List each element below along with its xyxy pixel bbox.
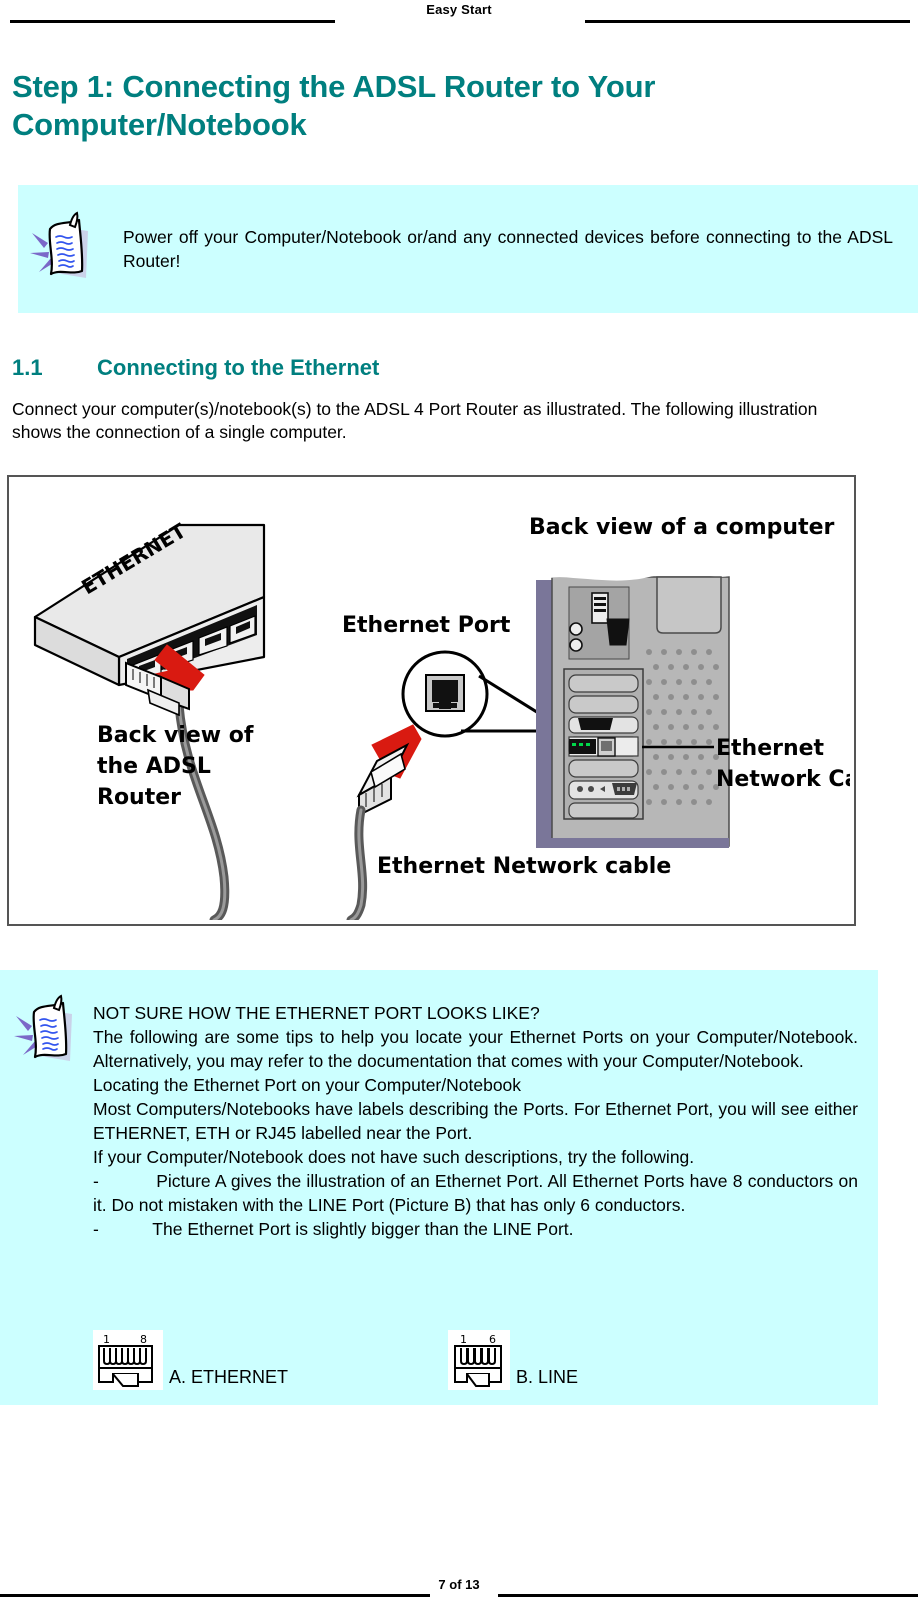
computer-case-graphic xyxy=(536,569,730,848)
ethernet-plug-figure: 1 8 A. ETHERNET xyxy=(93,1330,288,1390)
note-memo-icon xyxy=(14,992,78,1066)
page-footer: 7 of 13 xyxy=(0,1561,918,1601)
page-title: Step 1: Connecting the ADSL Router to Yo… xyxy=(12,69,656,143)
router-caption-line3: Router xyxy=(97,785,181,810)
note-line-2: Locating the Ethernet Port on your Compu… xyxy=(93,1074,522,1095)
footer-rule-left xyxy=(0,1594,430,1597)
network-card-label-line2: Network Card xyxy=(716,767,850,792)
note-memo-icon xyxy=(30,209,94,283)
line-plug-figure: 1 6 B. LINE xyxy=(448,1330,578,1390)
section-title: Connecting to the Ethernet xyxy=(97,355,380,380)
page-header: Easy Start xyxy=(0,0,918,30)
ethernet-plug-icon: 1 8 xyxy=(93,1330,163,1390)
adsl-router-graphic: ETHERNET xyxy=(33,518,266,687)
note-line-0: NOT SURE HOW THE ETHERNET PORT LOOKS LIK… xyxy=(93,1003,540,1023)
document-page: Easy Start Step 1: Connecting the ADSL R… xyxy=(0,0,918,1601)
router-caption-line1: Back view of xyxy=(97,723,254,748)
header-rule-left xyxy=(10,20,335,23)
diagram-svg: ETHERNET Ethernet Port Back view of a co… xyxy=(33,515,850,920)
ethernet-plug-pin-first: 1 xyxy=(103,1333,110,1346)
note-box-power-off: Power off your Computer/Notebook or/and … xyxy=(18,185,918,313)
ethernet-plug-pin-last: 8 xyxy=(140,1333,147,1346)
note-text-power-off: Power off your Computer/Notebook or/and … xyxy=(123,227,893,271)
note-line-6: - The Ethernet Port is slightly bigger t… xyxy=(93,1218,574,1239)
line-plug-icon: 1 6 xyxy=(448,1330,510,1390)
section-heading: 1.1 Connecting to the Ethernet xyxy=(12,355,379,381)
section-body-text: Connect your computer(s)/notebook(s) to … xyxy=(12,399,818,443)
rj45-figure-row: 1 8 A. ETHERNET 1 6 B. LINE xyxy=(93,1330,793,1390)
router-caption-line2: the ADSL xyxy=(97,754,211,779)
ethernet-network-card-graphic xyxy=(568,736,639,757)
line-plug-caption: B. LINE xyxy=(516,1367,579,1387)
ethernet-plug-caption: A. ETHERNET xyxy=(169,1367,289,1387)
header-rule-right xyxy=(585,20,910,23)
ethernet-jack-icon xyxy=(425,674,465,712)
note-line-1: The following are some tips to help you … xyxy=(93,1026,858,1071)
note-line-3: Most Computers/Notebooks have labels des… xyxy=(93,1098,858,1143)
footer-rule-right xyxy=(498,1594,918,1597)
note-line-4: If your Computer/Notebook does not have … xyxy=(93,1146,695,1167)
note-text-ethernet-tips: NOT SURE HOW THE ETHERNET PORT LOOKS LIK… xyxy=(93,1002,858,1242)
line-plug-pin-last: 6 xyxy=(489,1333,496,1346)
network-card-label-line1: Ethernet xyxy=(716,736,825,761)
footer-page-number: 7 of 13 xyxy=(438,1577,480,1592)
connection-diagram: ETHERNET Ethernet Port Back view of a co… xyxy=(7,475,856,926)
note-line-5: - Picture A gives the illustration of an… xyxy=(93,1170,858,1215)
cable-caption-label: Ethernet Network cable xyxy=(377,854,671,879)
line-plug-pin-first: 1 xyxy=(460,1333,467,1346)
ethernet-port-label: Ethernet Port xyxy=(342,613,511,638)
header-title: Easy Start xyxy=(426,2,492,17)
section-number: 1.1 xyxy=(12,355,43,380)
computer-caption-label: Back view of a computer xyxy=(529,515,835,540)
